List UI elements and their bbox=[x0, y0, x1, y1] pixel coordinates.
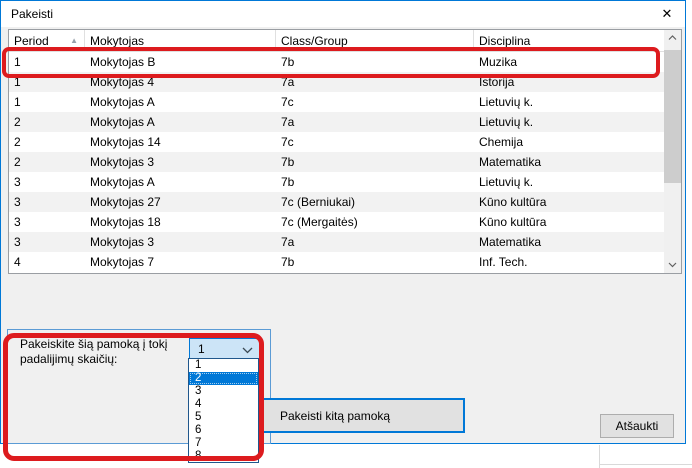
cell-period: 4 bbox=[9, 252, 85, 272]
cell-period: 3 bbox=[9, 172, 85, 192]
cell-period: 1 bbox=[9, 92, 85, 112]
scroll-down-button[interactable] bbox=[664, 257, 681, 273]
cell-mokytojas: Mokytojas 14 bbox=[85, 132, 276, 152]
cell-class-group: 7c (Berniukai) bbox=[276, 192, 474, 212]
cell-mokytojas: Mokytojas 27 bbox=[85, 192, 276, 212]
cell-period: 1 bbox=[9, 52, 85, 72]
cell-period: 3 bbox=[9, 232, 85, 252]
table-row[interactable]: 3 Mokytojas 18 7c (Mergaitės) Kūno kultū… bbox=[9, 212, 664, 232]
cell-disciplina: Lietuvių k. bbox=[474, 112, 664, 132]
cell-class-group: 7b bbox=[276, 152, 474, 172]
split-count-label-line1: Pakeiskite šią pamoką į tokį bbox=[20, 337, 167, 352]
cell-class-group: 7b bbox=[276, 172, 474, 192]
cell-disciplina: Kūno kultūra bbox=[474, 212, 664, 232]
scroll-down-icon bbox=[668, 262, 677, 268]
column-header-class-group[interactable]: Class/Group bbox=[276, 30, 474, 51]
cell-disciplina: Chemija bbox=[474, 132, 664, 152]
table-row[interactable]: 2 Mokytojas A 7a Lietuvių k. bbox=[9, 112, 664, 132]
dropdown-option[interactable]: 5 bbox=[189, 411, 258, 424]
table-row[interactable]: 2 Mokytojas 14 7c Chemija bbox=[9, 132, 664, 152]
cell-disciplina: Inf. Tech. bbox=[474, 252, 664, 272]
scrollbar-thumb[interactable] bbox=[664, 50, 681, 183]
split-count-label: Pakeiskite šią pamoką į tokį padalijimų … bbox=[20, 337, 167, 367]
cell-class-group: 7c bbox=[276, 92, 474, 112]
table-row[interactable]: 3 Mokytojas 3 7a Matematika bbox=[9, 232, 664, 252]
close-icon: ✕ bbox=[662, 6, 673, 22]
cell-period: 2 bbox=[9, 132, 85, 152]
cell-mokytojas: Mokytojas A bbox=[85, 112, 276, 132]
table-row[interactable]: 1 Mokytojas 4 7a Istorija bbox=[9, 72, 664, 92]
dialog-pakeisti: Pakeisti ✕ Period ▲ Mokytojas Class/Grou… bbox=[0, 0, 686, 444]
cell-period: 3 bbox=[9, 192, 85, 212]
dropdown-option[interactable]: 6 bbox=[189, 423, 258, 436]
cell-mokytojas: Mokytojas A bbox=[85, 92, 276, 112]
table-row[interactable]: 2 Mokytojas 3 7b Matematika bbox=[9, 152, 664, 172]
cell-mokytojas: Mokytojas A bbox=[85, 172, 276, 192]
vertical-scrollbar[interactable] bbox=[664, 30, 681, 273]
table-header: Period ▲ Mokytojas Class/Group Disciplin… bbox=[9, 30, 664, 52]
chevron-down-icon bbox=[242, 347, 253, 354]
cell-class-group: 7a bbox=[276, 112, 474, 132]
lessons-table: Period ▲ Mokytojas Class/Group Disciplin… bbox=[8, 29, 682, 274]
cell-period: 3 bbox=[9, 212, 85, 232]
split-count-combobox[interactable]: 1 bbox=[189, 338, 260, 359]
background-grid-line-horizontal bbox=[599, 464, 692, 465]
cell-period: 1 bbox=[9, 72, 85, 92]
cell-period: 2 bbox=[9, 112, 85, 132]
cell-class-group: 7a bbox=[276, 232, 474, 252]
cell-disciplina: Matematika bbox=[474, 152, 664, 172]
change-other-lesson-button[interactable]: Pakeisti kitą pamoką bbox=[262, 398, 465, 433]
cell-mokytojas: Mokytojas 3 bbox=[85, 232, 276, 252]
cell-period: 2 bbox=[9, 152, 85, 172]
desktop-background: Pakeisti ✕ Period ▲ Mokytojas Class/Grou… bbox=[0, 0, 692, 468]
cell-class-group: 7c bbox=[276, 132, 474, 152]
cell-disciplina: Lietuvių k. bbox=[474, 172, 664, 192]
cell-disciplina: Lietuvių k. bbox=[474, 92, 664, 112]
cell-disciplina: Kūno kultūra bbox=[474, 192, 664, 212]
dropdown-option[interactable]: 7 bbox=[189, 436, 258, 449]
dropdown-option[interactable]: 3 bbox=[189, 385, 258, 398]
cancel-button[interactable]: Atšaukti bbox=[600, 414, 674, 438]
cell-mokytojas: Mokytojas 3 bbox=[85, 152, 276, 172]
dropdown-option-selected[interactable]: 2 bbox=[189, 372, 258, 385]
combobox-dropdown: 1 2 3 4 5 6 7 8 bbox=[188, 358, 259, 463]
cell-mokytojas: Mokytojas 7 bbox=[85, 252, 276, 272]
cell-mokytojas: Mokytojas 18 bbox=[85, 212, 276, 232]
cell-class-group: 7a bbox=[276, 72, 474, 92]
scroll-up-icon bbox=[668, 35, 677, 41]
cell-disciplina: Istorija bbox=[474, 72, 664, 92]
cell-disciplina: Muzika bbox=[474, 52, 664, 72]
combobox-value: 1 bbox=[198, 342, 205, 356]
table-row[interactable]: 1 Mokytojas B 7b Muzika bbox=[9, 52, 664, 72]
cell-class-group: 7b bbox=[276, 52, 474, 72]
cell-mokytojas: Mokytojas B bbox=[85, 52, 276, 72]
column-header-mokytojas[interactable]: Mokytojas bbox=[85, 30, 276, 51]
dropdown-option[interactable]: 4 bbox=[189, 398, 258, 411]
dropdown-option[interactable]: 8 bbox=[189, 449, 258, 462]
dropdown-option[interactable]: 1 bbox=[189, 359, 258, 372]
table-row[interactable]: 1 Mokytojas A 7c Lietuvių k. bbox=[9, 92, 664, 112]
table-row[interactable]: 4 Mokytojas 7 7b Inf. Tech. bbox=[9, 252, 664, 272]
sort-asc-icon: ▲ bbox=[70, 36, 78, 45]
table-row[interactable]: 3 Mokytojas A 7b Lietuvių k. bbox=[9, 172, 664, 192]
table-row[interactable]: 3 Mokytojas 27 7c (Berniukai) Kūno kultū… bbox=[9, 192, 664, 212]
split-count-label-line2: padalijimų skaičių: bbox=[20, 352, 167, 367]
column-header-period[interactable]: Period ▲ bbox=[9, 30, 85, 51]
cell-mokytojas: Mokytojas 4 bbox=[85, 72, 276, 92]
scroll-up-button[interactable] bbox=[664, 30, 681, 46]
title-bar[interactable]: Pakeisti bbox=[1, 1, 685, 27]
column-header-disciplina[interactable]: Disciplina bbox=[474, 30, 664, 51]
table-body: 1 Mokytojas B 7b Muzika 1 Mokytojas 4 7a… bbox=[9, 52, 664, 272]
window-title: Pakeisti bbox=[11, 7, 53, 21]
cell-class-group: 7c (Mergaitės) bbox=[276, 212, 474, 232]
close-button[interactable]: ✕ bbox=[655, 3, 679, 24]
cell-disciplina: Matematika bbox=[474, 232, 664, 252]
cell-class-group: 7b bbox=[276, 252, 474, 272]
